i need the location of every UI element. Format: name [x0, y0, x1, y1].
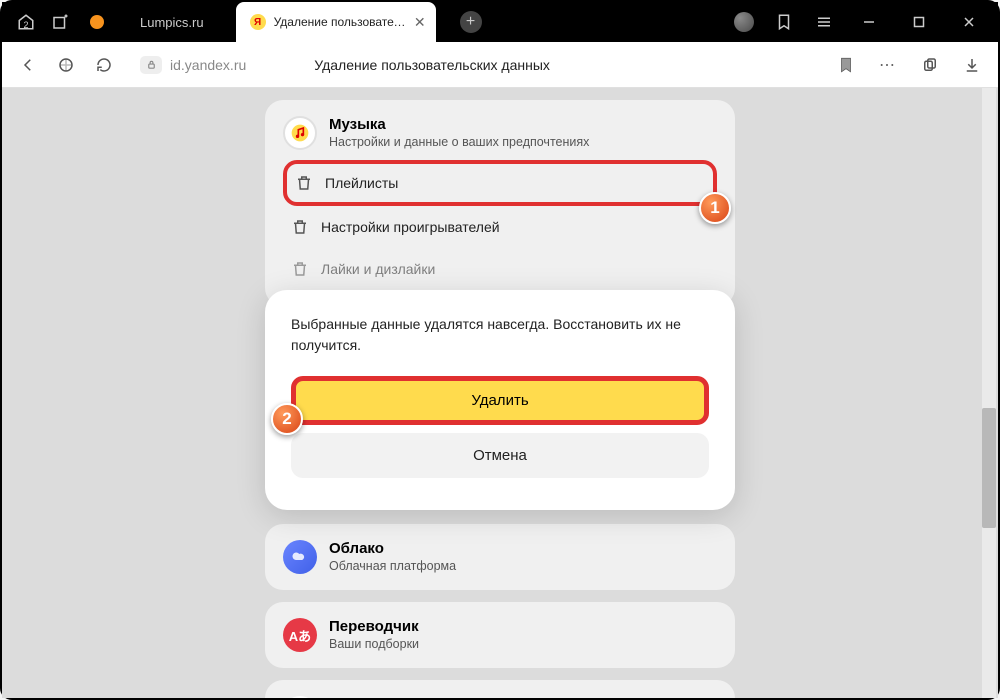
tab-active[interactable]: Я Удаление пользователь ✕: [236, 2, 436, 42]
bookmarks-icon[interactable]: [774, 12, 794, 32]
delete-button[interactable]: Удалить: [291, 376, 709, 425]
card-music: Музыка Настройки и данные о ваших предпо…: [265, 100, 735, 306]
music-title: Музыка: [329, 116, 589, 133]
extensions-icon[interactable]: [918, 53, 942, 77]
translate-icon: Aあ: [283, 618, 317, 652]
row-label: Настройки проигрывателей: [321, 219, 500, 235]
page-viewport: Музыка Настройки и данные о ваших предпо…: [2, 88, 998, 698]
avatar[interactable]: [734, 12, 754, 32]
translate-subtitle: Ваши подборки: [329, 637, 419, 651]
card-weather[interactable]: Погода Избранные места: [265, 680, 735, 698]
address-bar: id.yandex.ru Удаление пользовательских д…: [2, 42, 998, 88]
more-icon[interactable]: ⋯: [876, 53, 900, 77]
browser-titlebar: 2 Lumpics.ru Я Удаление пользователь ✕ +: [2, 2, 998, 42]
trash-icon: [295, 174, 313, 192]
site-favicon-icon: [90, 15, 104, 29]
translate-title: Переводчик: [329, 618, 419, 635]
new-window-icon[interactable]: [50, 12, 70, 32]
back-button[interactable]: [16, 53, 40, 77]
dialog-text: Выбранные данные удалятся навсегда. Восс…: [291, 314, 709, 356]
annotation-2: 2: [271, 403, 303, 435]
weather-icon: [283, 696, 317, 698]
window-maximize-icon[interactable]: [904, 7, 934, 37]
url-domain: id.yandex.ru: [170, 57, 246, 73]
row-label: Плейлисты: [325, 175, 398, 191]
weather-title: Погода: [329, 696, 432, 698]
scrollbar-track[interactable]: [982, 88, 996, 698]
window-close-icon[interactable]: [954, 7, 984, 37]
row-label: Лайки и дизлайки: [321, 261, 435, 277]
url-box[interactable]: id.yandex.ru Удаление пользовательских д…: [130, 50, 820, 80]
card-cloud[interactable]: Облако Облачная платформа: [265, 524, 735, 590]
tab-close-icon[interactable]: ✕: [414, 14, 426, 31]
confirm-dialog: Выбранные данные удалятся навсегда. Восс…: [265, 290, 735, 510]
downloads-icon[interactable]: [960, 53, 984, 77]
cloud-title: Облако: [329, 540, 456, 557]
shield-icon[interactable]: [54, 53, 78, 77]
cloud-subtitle: Облачная платформа: [329, 559, 456, 573]
music-icon: [283, 116, 317, 150]
yandex-favicon-icon: Я: [250, 14, 266, 30]
cancel-button[interactable]: Отмена: [291, 433, 709, 478]
reload-button[interactable]: [92, 53, 116, 77]
row-likes[interactable]: Лайки и дизлайки: [283, 248, 717, 290]
home-badge: 2: [23, 20, 28, 30]
new-tab-button[interactable]: +: [460, 11, 482, 33]
lock-icon: [140, 56, 162, 74]
tab-title: Удаление пользователь: [274, 15, 406, 29]
music-subtitle: Настройки и данные о ваших предпочтениях: [329, 135, 589, 149]
row-playlists[interactable]: Плейлисты 1: [283, 160, 717, 206]
page-title: Удаление пользовательских данных: [314, 57, 550, 73]
trash-icon: [291, 260, 309, 278]
row-player-settings[interactable]: Настройки проигрывателей: [283, 206, 717, 248]
scrollbar-thumb[interactable]: [982, 408, 996, 528]
card-translate[interactable]: Aあ Переводчик Ваши подборки: [265, 602, 735, 668]
trash-icon: [291, 218, 309, 236]
window-minimize-icon[interactable]: [854, 7, 884, 37]
bookmark-icon[interactable]: [834, 53, 858, 77]
home-icon[interactable]: 2: [16, 12, 36, 32]
cloud-icon: [283, 540, 317, 574]
menu-icon[interactable]: [814, 12, 834, 32]
annotation-1: 1: [699, 192, 731, 224]
tab-inactive[interactable]: Lumpics.ru: [140, 15, 204, 30]
